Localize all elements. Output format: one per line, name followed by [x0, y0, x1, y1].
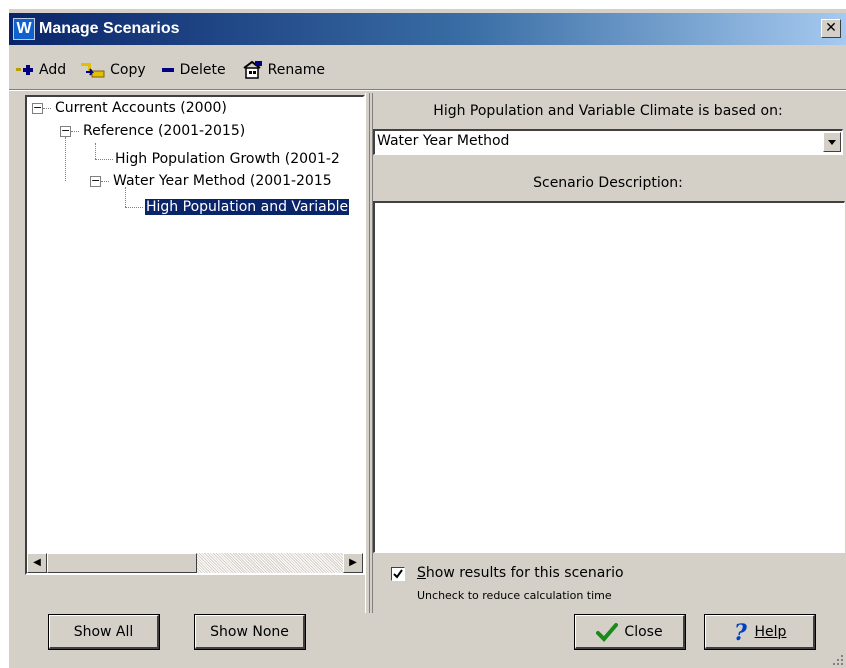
tree-item-high-population-growth[interactable]: High Population Growth (2001-2 [115, 148, 340, 170]
scroll-thumb[interactable] [47, 553, 197, 573]
copy-icon [81, 63, 105, 78]
collapse-toggle[interactable]: − [32, 102, 43, 114]
delete-icon [161, 68, 174, 72]
tree-item-label: Water Year Method (2001-2015 [113, 173, 332, 189]
add-icon [16, 65, 33, 75]
help-label: Help [754, 623, 787, 640]
based-on-label: High Population and Variable Climate is … [433, 103, 783, 119]
delete-label: Delete [179, 62, 226, 78]
title-bar[interactable]: W Manage Scenarios ✕ [9, 13, 846, 45]
panel-splitter[interactable] [365, 93, 373, 613]
tree-connector [101, 181, 109, 182]
scroll-track[interactable] [197, 553, 343, 573]
tree-connector [65, 137, 66, 181]
collapse-toggle[interactable]: − [60, 125, 71, 137]
toolbar-divider [9, 89, 846, 91]
tree-connector [43, 108, 51, 109]
show-results-checkbox[interactable] [391, 567, 405, 581]
add-scenario-button[interactable]: Add [15, 62, 66, 78]
rename-icon [243, 60, 262, 79]
toolbar: Add Copy Delete Rename [9, 57, 846, 83]
checkmark-icon [393, 569, 403, 579]
tree-item-label: Reference (2001-2015) [83, 123, 246, 139]
tree-item-water-year-method[interactable]: Water Year Method (2001-2015 [113, 170, 332, 192]
show-all-label: Show All [73, 623, 134, 640]
chevron-down-icon[interactable] [823, 132, 841, 152]
scroll-right-button[interactable]: ▶ [343, 553, 363, 573]
rename-scenario-button[interactable]: Rename [240, 60, 325, 80]
tree-item-label: Current Accounts (2000) [55, 100, 227, 116]
help-icon: ? [734, 621, 748, 643]
close-label: Close [624, 623, 663, 640]
window-title: Manage Scenarios [39, 20, 180, 37]
description-label: Scenario Description: [533, 175, 683, 191]
checkmark-icon [596, 622, 619, 642]
add-label: Add [39, 62, 67, 78]
tree-item-label: High Population Growth (2001-2 [115, 151, 340, 167]
rename-label: Rename [267, 62, 326, 78]
close-window-button[interactable]: ✕ [821, 19, 841, 38]
description-textarea[interactable] [373, 201, 845, 553]
svg-text:?: ? [734, 621, 748, 643]
tree-connector [125, 207, 143, 208]
tree-item-high-population-variable-climate[interactable]: High Population and Variable [145, 196, 350, 218]
show-none-button[interactable]: Show None [195, 615, 305, 649]
resize-grip-icon[interactable] [830, 652, 844, 666]
show-none-label: Show None [210, 623, 289, 640]
close-button[interactable]: Close [575, 615, 685, 649]
app-logo-icon: W [13, 18, 35, 40]
tree-item-current-accounts[interactable]: Current Accounts (2000) [55, 97, 227, 119]
tree-connector [95, 159, 113, 160]
tree-connector [95, 143, 96, 159]
scenario-tree[interactable]: − Current Accounts (2000) − Reference (2… [25, 95, 365, 575]
scroll-left-button[interactable]: ◀ [27, 553, 47, 573]
help-button[interactable]: ? Help [705, 615, 815, 649]
based-on-dropdown[interactable]: Water Year Method [373, 129, 843, 155]
tree-item-reference[interactable]: Reference (2001-2015) [83, 120, 245, 142]
manage-scenarios-dialog: W Manage Scenarios ✕ Add Copy Delete Ren… [8, 8, 846, 668]
delete-scenario-button[interactable]: Delete [160, 62, 226, 78]
based-on-value: Water Year Method [377, 133, 510, 149]
show-results-hint: Uncheck to reduce calculation time [417, 589, 612, 602]
collapse-toggle[interactable]: − [90, 175, 101, 187]
tree-item-label-selected: High Population and Variable [145, 199, 350, 215]
tree-connector [71, 131, 79, 132]
copy-label: Copy [110, 62, 146, 78]
show-all-button[interactable]: Show All [49, 615, 159, 649]
horizontal-scrollbar[interactable]: ◀ ▶ [27, 553, 363, 573]
copy-scenario-button[interactable]: Copy [80, 61, 146, 79]
show-results-label[interactable]: Show results for this scenario [417, 565, 624, 581]
